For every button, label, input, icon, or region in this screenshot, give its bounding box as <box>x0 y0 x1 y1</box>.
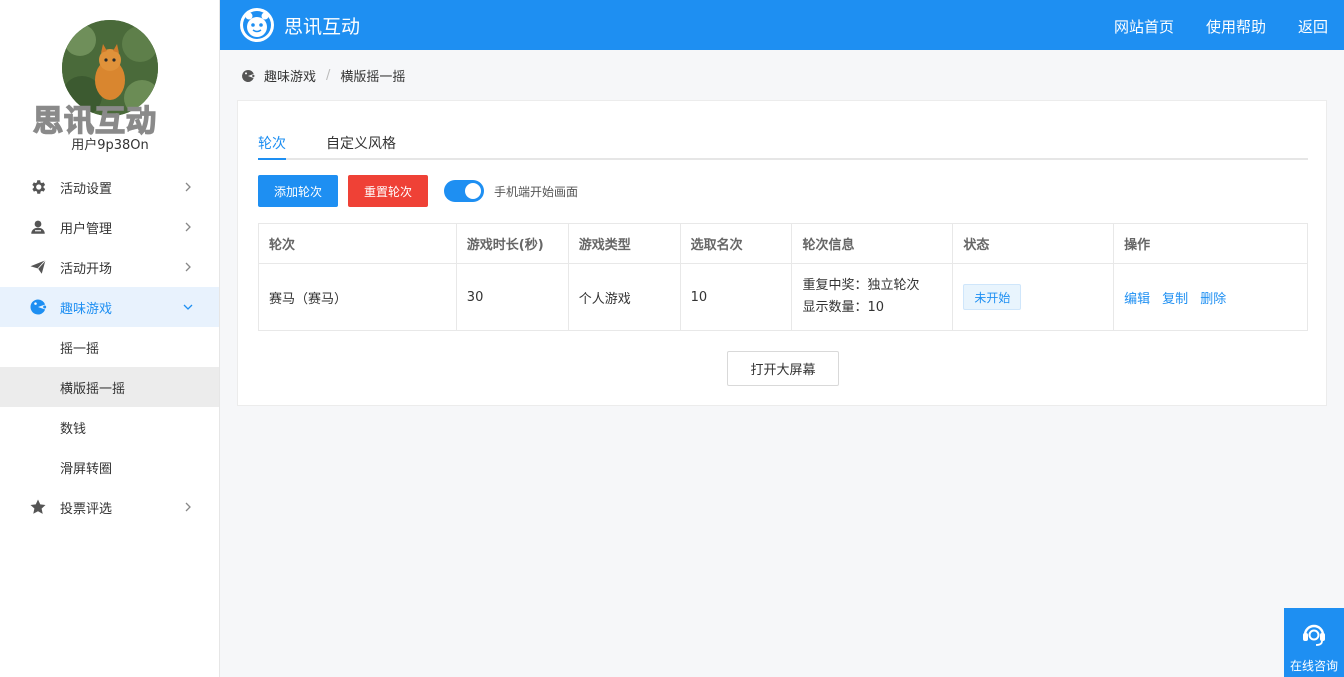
submenu-item-count-money[interactable]: 数钱 <box>0 407 219 447</box>
tab-rounds[interactable]: 轮次 <box>258 133 286 153</box>
rounds-table: 轮次 游戏时长(秒) 游戏类型 选取名次 轮次信息 状态 操作 赛马（赛马） 3… <box>258 223 1308 331</box>
col-header-game-type: 游戏类型 <box>567 223 681 264</box>
nav-back-link[interactable]: 返回 <box>1298 16 1328 37</box>
open-bigscreen-button[interactable]: 打开大屏幕 <box>727 351 839 386</box>
sidebar: 思讯互动 用户9p38On 活动设置 用户管理 活动开场 趣味游戏 摇一摇 横版… <box>0 0 220 677</box>
breadcrumb-parent[interactable]: 趣味游戏 <box>264 66 316 85</box>
toggle-knob <box>465 183 481 199</box>
info-display-count: 显示数量：10 <box>802 300 885 315</box>
app-title: 思讯互动 <box>284 16 361 38</box>
col-header-status: 状态 <box>952 223 1115 264</box>
sidebar-item-user-management[interactable]: 用户管理 <box>0 207 219 247</box>
add-round-button[interactable]: 添加轮次 <box>258 175 338 207</box>
chevron-right-icon <box>185 222 191 232</box>
sidebar-item-label: 趣味游戏 <box>60 301 113 317</box>
col-header-duration: 游戏时长(秒) <box>455 223 569 264</box>
submenu-item-horizontal-shake[interactable]: 横版摇一摇 <box>0 367 219 407</box>
tab-custom-style[interactable]: 自定义风格 <box>326 133 396 153</box>
sidebar-menu: 活动设置 用户管理 活动开场 趣味游戏 摇一摇 横版摇一摇 数钱 滑屏转圈 投票… <box>0 167 219 527</box>
sidebar-item-label: 投票评选 <box>60 501 113 517</box>
paper-plane-icon <box>28 257 48 277</box>
submenu-item-shake[interactable]: 摇一摇 <box>0 327 219 367</box>
chevron-right-icon <box>185 182 191 192</box>
logo-icon[interactable] <box>239 7 275 43</box>
sidebar-item-fun-games[interactable]: 趣味游戏 <box>0 287 219 327</box>
breadcrumb-current: 横版摇一摇 <box>340 70 406 85</box>
game-icon <box>28 297 48 317</box>
cell-round: 赛马（赛马） <box>258 263 457 331</box>
copy-link[interactable]: 复制 <box>1162 292 1188 307</box>
submenu-item-label: 滑屏转圈 <box>60 461 113 477</box>
username: 用户9p38On <box>71 138 149 153</box>
sidebar-item-voting[interactable]: 投票评选 <box>0 487 219 527</box>
cell-status: 未开始 <box>952 263 1115 331</box>
star-icon <box>28 497 48 517</box>
table-row: 赛马（赛马） 30 个人游戏 10 重复中奖：独立轮次 显示数量：10 未开始 … <box>258 263 1308 331</box>
profile: 思讯互动 用户9p38On <box>0 0 219 160</box>
game-icon <box>242 69 255 82</box>
gear-icon <box>28 177 48 197</box>
online-consult-label: 在线咨询 <box>1289 659 1338 673</box>
breadcrumb-separator: / <box>326 68 331 83</box>
nav-home-link[interactable]: 网站首页 <box>1114 16 1174 37</box>
sidebar-item-activity-settings[interactable]: 活动设置 <box>0 167 219 207</box>
sidebar-item-label: 用户管理 <box>60 221 113 237</box>
chevron-down-icon <box>183 304 193 310</box>
col-header-info: 轮次信息 <box>791 223 954 264</box>
delete-link[interactable]: 删除 <box>1200 292 1226 307</box>
sidebar-item-label: 活动开场 <box>60 261 113 277</box>
mobile-start-screen-toggle[interactable] <box>444 180 484 202</box>
submenu-item-label: 横版摇一摇 <box>60 381 126 397</box>
top-bar: 思讯互动 网站首页 使用帮助 返回 <box>220 0 1344 50</box>
table-header-row: 轮次 游戏时长(秒) 游戏类型 选取名次 轮次信息 状态 操作 <box>258 223 1308 264</box>
headset-icon <box>1303 624 1325 646</box>
col-header-round: 轮次 <box>258 223 457 264</box>
tabs: 轮次 自定义风格 <box>258 129 1308 160</box>
status-badge: 未开始 <box>963 284 1022 310</box>
info-repeat-win: 重复中奖：独立轮次 <box>802 278 920 293</box>
chevron-right-icon <box>185 502 191 512</box>
rounds-card: 轮次 自定义风格 添加轮次 重置轮次 手机端开始画面 轮次 游戏时长(秒) 游戏… <box>237 100 1327 406</box>
submenu-item-label: 摇一摇 <box>60 341 100 357</box>
submenu-item-label: 数钱 <box>60 421 87 437</box>
col-header-actions: 操作 <box>1113 223 1308 264</box>
online-consult-button[interactable]: 在线咨询 <box>1284 608 1344 677</box>
cell-game-type: 个人游戏 <box>567 263 681 331</box>
reset-rounds-button[interactable]: 重置轮次 <box>348 175 428 207</box>
nav-help-link[interactable]: 使用帮助 <box>1206 16 1266 37</box>
cell-duration: 30 <box>455 263 569 331</box>
edit-link[interactable]: 编辑 <box>1124 292 1150 307</box>
active-tab-indicator <box>258 158 286 160</box>
breadcrumb: 趣味游戏 / 横版摇一摇 <box>240 66 405 85</box>
sidebar-item-opening[interactable]: 活动开场 <box>0 247 219 287</box>
chevron-right-icon <box>185 262 191 272</box>
user-icon <box>28 217 48 237</box>
col-header-rank: 选取名次 <box>679 223 793 264</box>
cell-rank: 10 <box>679 263 793 331</box>
top-nav: 网站首页 使用帮助 返回 <box>1114 16 1328 37</box>
toggle-label: 手机端开始画面 <box>494 185 579 199</box>
sidebar-item-label: 活动设置 <box>60 181 113 197</box>
cell-info: 重复中奖：独立轮次 显示数量：10 <box>791 263 954 331</box>
cell-actions: 编辑 复制 删除 <box>1113 263 1308 331</box>
submenu-item-swipe-circle[interactable]: 滑屏转圈 <box>0 447 219 487</box>
